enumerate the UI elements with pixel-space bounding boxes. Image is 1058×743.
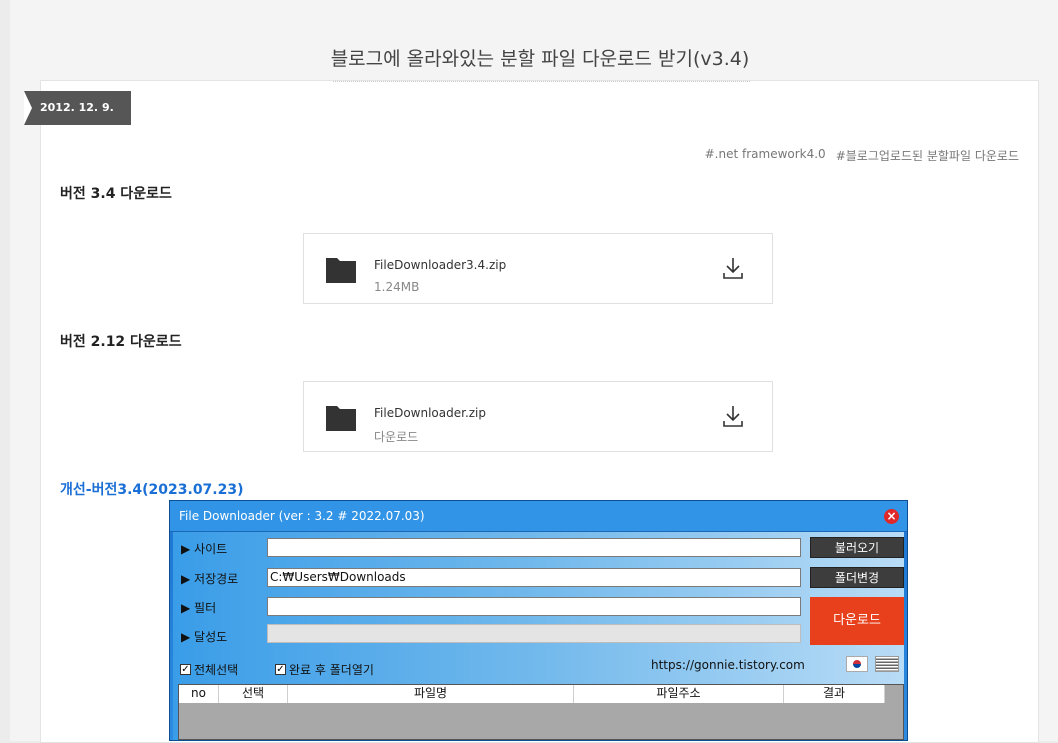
download-icon[interactable] — [722, 256, 744, 280]
column-header-no[interactable]: no — [179, 685, 219, 703]
column-header-fileurl[interactable]: 파일주소 — [574, 685, 784, 703]
file-size: 1.24MB — [374, 280, 420, 294]
download-icon[interactable] — [722, 404, 744, 428]
save-path-label: ▶ 저장경로 — [181, 572, 239, 586]
window-body: ▶ 사이트 불러오기 ▶ 저장경로 C:₩Users₩Downloads 폴더변… — [173, 532, 904, 740]
site-input[interactable] — [267, 538, 801, 557]
korean-flag-icon[interactable] — [846, 656, 868, 672]
file-name: FileDownloader3.4.zip — [374, 258, 507, 272]
tag-link[interactable]: #블로그업로드된 분할파일 다운로드 — [836, 147, 1019, 164]
site-label: ▶ 사이트 — [181, 542, 228, 556]
change-folder-button[interactable]: 폴더변경 — [810, 567, 904, 588]
section-heading-v34: 버전 3.4 다운로드 — [60, 186, 172, 202]
file-download-label: 다운로드 — [374, 430, 419, 444]
save-path-input[interactable]: C:₩Users₩Downloads — [267, 568, 801, 587]
grid-header: no 선택 파일명 파일주소 결과 — [179, 685, 885, 703]
load-button[interactable]: 불러오기 — [810, 537, 904, 558]
tag-list: #.net framework4.0 #블로그업로드된 분할파일 다운로드 — [705, 147, 1019, 164]
file-name: FileDownloader.zip — [374, 406, 487, 420]
folder-icon — [326, 406, 356, 431]
title-divider — [333, 81, 750, 82]
close-icon[interactable]: × — [884, 509, 899, 524]
file-attachment-v212[interactable]: FileDownloader.zip 다운로드 — [303, 381, 773, 452]
select-all-label: 전체선택 — [194, 663, 239, 677]
improved-version-heading: 개선-버전3.4(2023.07.23) — [60, 482, 244, 498]
open-folder-label: 완료 후 폴더열기 — [289, 663, 374, 677]
us-flag-icon[interactable] — [875, 656, 899, 672]
checkbox-box: ✓ — [180, 664, 191, 675]
section-heading-v212: 버전 2.12 다운로드 — [60, 334, 182, 350]
progress-bar — [267, 624, 801, 643]
folder-icon — [326, 258, 356, 283]
file-attachment-v34[interactable]: FileDownloader3.4.zip 1.24MB — [303, 233, 773, 304]
file-downloader-window: File Downloader (ver : 3.2 # 2022.07.03)… — [169, 500, 908, 741]
blog-url[interactable]: https://gonnie.tistory.com — [651, 658, 805, 672]
column-header-select[interactable]: 선택 — [219, 685, 288, 703]
download-button[interactable]: 다운로드 — [810, 597, 904, 645]
progress-label: ▶ 달성도 — [181, 630, 228, 644]
open-folder-checkbox[interactable]: ✓ 완료 후 폴더열기 — [275, 661, 374, 678]
filter-label: ▶ 필터 — [181, 601, 217, 615]
checkbox-box: ✓ — [275, 664, 286, 675]
window-title: File Downloader (ver : 3.2 # 2022.07.03) — [179, 509, 425, 523]
filter-input[interactable] — [267, 597, 801, 616]
select-all-checkbox[interactable]: ✓ 전체선택 — [180, 661, 238, 678]
column-header-result[interactable]: 결과 — [784, 685, 885, 703]
post-title: 블로그에 올라와있는 분할 파일 다운로드 받기(v3.4) — [330, 48, 750, 70]
tag-link[interactable]: #.net framework4.0 — [705, 147, 826, 164]
window-titlebar[interactable]: File Downloader (ver : 3.2 # 2022.07.03)… — [170, 501, 907, 532]
column-header-filename[interactable]: 파일명 — [288, 685, 574, 703]
post-date: 2012. 12. 9. 13:40 — [24, 91, 131, 148]
file-list-grid[interactable]: no 선택 파일명 파일주소 결과 — [178, 684, 904, 740]
